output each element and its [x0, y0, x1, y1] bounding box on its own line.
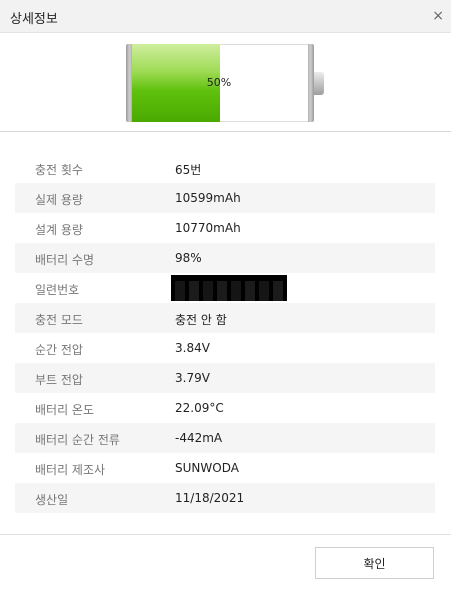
- detail-row-charge-mode: 충전 모드 충전 안 함: [15, 303, 435, 333]
- detail-row-serial-number: 일련번호: [15, 273, 435, 303]
- battery-percent-text: 50%: [206, 76, 232, 89]
- detail-row-instant-voltage: 순간 전압 3.84V: [15, 333, 435, 363]
- detail-row-boot-voltage: 부트 전압 3.79V: [15, 363, 435, 393]
- detail-value: 65번: [175, 163, 202, 177]
- detail-label: 배터리 순간 전류: [35, 433, 120, 447]
- detail-label: 배터리 온도: [35, 403, 95, 417]
- detail-label: 생산일: [35, 493, 69, 507]
- detail-row-actual-capacity: 실제 용량 10599mAh: [15, 183, 435, 213]
- detail-value: 10599mAh: [175, 191, 241, 205]
- detail-value: 3.84V: [175, 341, 210, 355]
- detail-label: 일련번호: [35, 283, 80, 297]
- detail-value: -442mA: [175, 431, 223, 445]
- redacted-serial-shape: [175, 281, 283, 301]
- detail-value: 3.79V: [175, 371, 210, 385]
- detail-row-production-date: 생산일 11/18/2021: [15, 483, 435, 513]
- battery-percent-label: 50%: [126, 44, 324, 122]
- detail-row-manufacturer: 배터리 제조사 SUNWODA: [15, 453, 435, 483]
- detail-label: 배터리 제조사: [35, 463, 106, 477]
- detail-row-instant-current: 배터리 순간 전류 -442mA: [15, 423, 435, 453]
- detail-label: 충전 횟수: [35, 163, 83, 177]
- detail-label: 충전 모드: [35, 313, 83, 327]
- detail-row-battery-health: 배터리 수명 98%: [15, 243, 435, 273]
- window-title: 상세정보: [10, 12, 58, 27]
- confirm-button[interactable]: 확인: [315, 547, 434, 579]
- detail-row-design-capacity: 설계 용량 10770mAh: [15, 213, 435, 243]
- detail-value: 10770mAh: [175, 221, 241, 235]
- detail-label: 배터리 수명: [35, 253, 95, 267]
- close-icon[interactable]: ×: [432, 8, 444, 24]
- detail-row-charge-count: 충전 횟수 65번: [15, 153, 435, 183]
- serial-redaction: [171, 275, 287, 301]
- detail-label: 설계 용량: [35, 223, 83, 237]
- battery-panel: 50%: [0, 33, 451, 132]
- detail-table: 충전 횟수 65번 실제 용량 10599mAh 설계 용량 10770mAh …: [15, 153, 435, 513]
- detail-label: 부트 전압: [35, 373, 83, 387]
- detail-value: 11/18/2021: [175, 491, 245, 505]
- detail-value: 22.09°C: [175, 401, 224, 415]
- detail-value: 충전 안 함: [175, 313, 227, 327]
- detail-row-battery-temperature: 배터리 온도 22.09°C: [15, 393, 435, 423]
- detail-value: SUNWODA: [175, 461, 239, 475]
- detail-label: 순간 전압: [35, 343, 83, 357]
- detail-value: 98%: [175, 251, 202, 265]
- title-bar: 상세정보 ×: [0, 0, 451, 33]
- detail-label: 실제 용량: [35, 193, 83, 207]
- footer-divider: [0, 534, 451, 535]
